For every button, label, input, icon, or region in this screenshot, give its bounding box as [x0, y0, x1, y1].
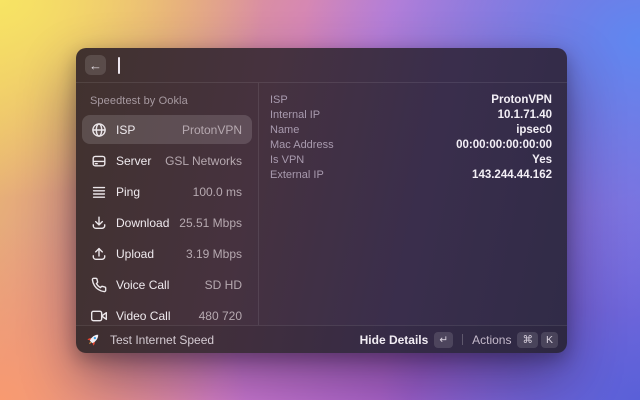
upload-icon [91, 246, 107, 262]
item-value: SD HD [204, 277, 242, 292]
ping-icon [91, 184, 107, 200]
action-bar: Test Internet Speed Hide Details ↵ Actio… [76, 325, 567, 353]
video-call-icon [91, 308, 107, 324]
detail-row-external-ip: External IP 143.244.44.162 [270, 167, 552, 182]
item-label: Download [116, 215, 170, 230]
download-icon [91, 215, 107, 231]
detail-row-isp: ISP ProtonVPN [270, 92, 552, 107]
actions-button[interactable]: Actions ⌘ K [472, 331, 558, 348]
item-value: 3.19 Mbps [185, 246, 242, 261]
item-value: 100.0 ms [192, 184, 242, 199]
launcher-window: ← Speedtest by Ookla ISP ProtonVPN Serve… [76, 48, 567, 353]
hide-details-button[interactable]: Hide Details ↵ [360, 331, 454, 348]
main-content: Speedtest by Ookla ISP ProtonVPN Server … [76, 83, 567, 325]
detail-label: Name [270, 123, 300, 136]
detail-label: ISP [270, 93, 288, 106]
return-key-icon: ↵ [434, 331, 454, 348]
sidebar-item-download[interactable]: Download 25.51 Mbps [82, 208, 252, 237]
results-sidebar: Speedtest by Ookla ISP ProtonVPN Server … [76, 83, 259, 325]
detail-label: Is VPN [270, 153, 305, 166]
footer-divider [462, 334, 464, 345]
k-key: K [540, 331, 558, 348]
item-label: Upload [116, 246, 155, 261]
detail-label: Mac Address [270, 138, 334, 151]
actions-shortcut: ⌘ K [517, 331, 558, 348]
globe-icon [91, 122, 107, 138]
item-label: ISP [116, 122, 136, 137]
command-key-icon: ⌘ [517, 331, 538, 348]
footer-actions: Hide Details ↵ Actions ⌘ K [360, 331, 558, 348]
sidebar-item-ping[interactable]: Ping 100.0 ms [82, 177, 252, 206]
item-label: Video Call [116, 308, 171, 323]
detail-row-name: Name ipsec0 [270, 122, 552, 137]
search-bar: ← [76, 48, 567, 83]
text-caret [118, 56, 120, 74]
detail-label: External IP [270, 168, 324, 181]
detail-row-internal-ip: Internal IP 10.1.71.40 [270, 107, 552, 122]
detail-value: Yes [532, 153, 552, 166]
detail-value: ProtonVPN [491, 93, 552, 106]
detail-value: 10.1.71.40 [497, 108, 552, 121]
item-value: ProtonVPN [181, 122, 242, 137]
section-header: Speedtest by Ookla [90, 95, 188, 107]
back-button[interactable]: ← [85, 55, 106, 75]
item-label: Ping [116, 184, 141, 199]
sidebar-item-upload[interactable]: Upload 3.19 Mbps [82, 239, 252, 268]
server-icon [91, 153, 107, 169]
rocket-icon [86, 332, 101, 347]
voice-call-icon [91, 277, 107, 293]
item-value: GSL Networks [165, 153, 242, 168]
detail-value: 143.244.44.162 [472, 168, 552, 181]
detail-value: 00:00:00:00:00:00 [456, 138, 552, 151]
search-input[interactable] [106, 48, 558, 82]
sidebar-item-isp[interactable]: ISP ProtonVPN [82, 115, 252, 144]
item-value: 25.51 Mbps [179, 215, 242, 230]
command-info: Test Internet Speed [86, 332, 214, 347]
detail-panel: ISP ProtonVPN Internal IP 10.1.71.40 Nam… [259, 83, 567, 325]
back-arrow-icon: ← [89, 57, 102, 73]
sidebar-item-server[interactable]: Server GSL Networks [82, 146, 252, 175]
command-title: Test Internet Speed [110, 332, 215, 347]
item-value: 480 720 [198, 308, 242, 323]
detail-label: Internal IP [270, 108, 321, 121]
item-label: Server [116, 153, 152, 168]
detail-row-mac-address: Mac Address 00:00:00:00:00:00 [270, 137, 552, 152]
sidebar-item-voice-call[interactable]: Voice Call SD HD [82, 270, 252, 299]
item-label: Voice Call [116, 277, 170, 292]
detail-value: ipsec0 [516, 123, 552, 136]
detail-row-is-vpn: Is VPN Yes [270, 152, 552, 167]
